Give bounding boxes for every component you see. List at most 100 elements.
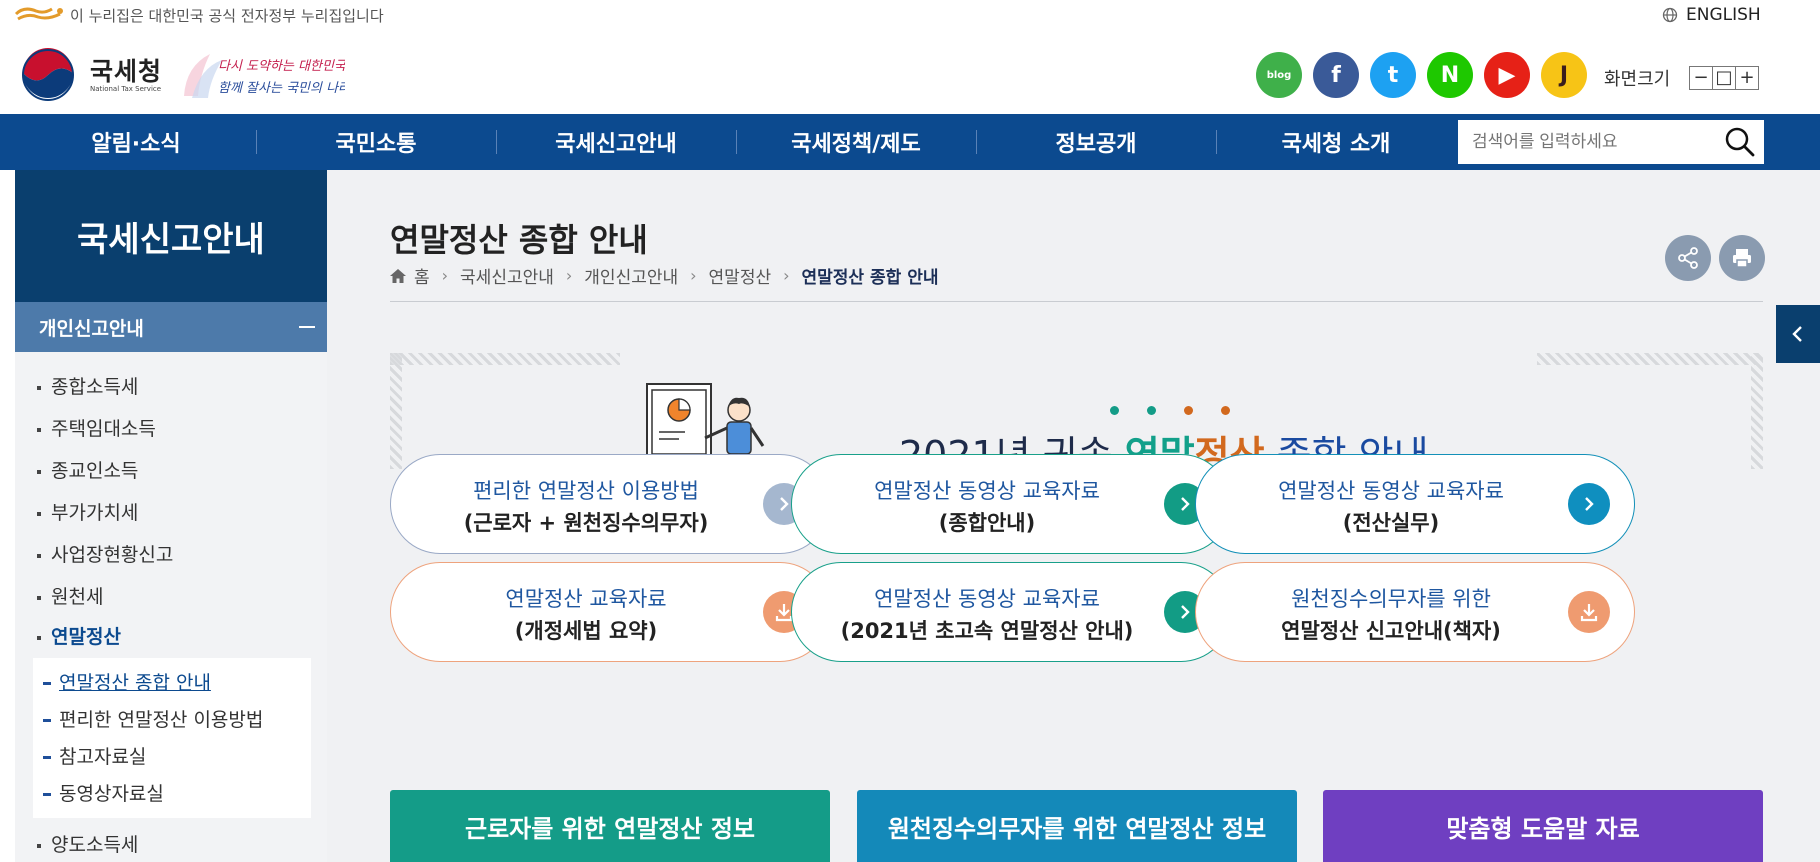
dash-icon xyxy=(43,793,51,796)
nav-tax-policy[interactable]: 국세정책/제도 xyxy=(758,114,954,170)
nav-tax-filing[interactable]: 국세신고안내 xyxy=(518,114,714,170)
guide-card-subtitle: (2021년 초고속 연말정산 안내) xyxy=(840,619,1134,643)
guide-card[interactable]: 연말정산 동영상 교육자료 (전산실무) xyxy=(1195,454,1635,554)
bullet-icon xyxy=(37,635,41,640)
nts-emblem-logo[interactable] xyxy=(20,47,76,103)
search-box xyxy=(1458,120,1764,164)
naver-post-icon[interactable]: N xyxy=(1427,52,1473,98)
nav-divider xyxy=(496,130,497,154)
breadcrumb-item[interactable]: 연말정산 xyxy=(709,263,772,288)
twitter-icon-label: t xyxy=(1387,62,1399,88)
guide-card-title: 연말정산 교육자료 xyxy=(505,587,667,611)
banner-hatch xyxy=(390,353,402,469)
download-icon xyxy=(1568,591,1610,633)
guide-card-title: 연말정산 동영상 교육자료 xyxy=(1278,479,1504,503)
bullet-icon xyxy=(37,511,41,516)
guide-card-subtitle: (전산실무) xyxy=(1342,511,1440,535)
sidebar-item-year-end[interactable]: 연말정산 xyxy=(37,622,121,649)
bullet-icon xyxy=(37,553,41,558)
twitter-icon[interactable]: t xyxy=(1370,52,1416,98)
withholding-agent-info-button[interactable]: 원천징수의무자를 위한 연말정산 정보 xyxy=(857,790,1297,862)
guide-card[interactable]: 편리한 연말정산 이용방법 (근로자 + 원천징수의무자) xyxy=(390,454,830,554)
nav-notice[interactable]: 알림·소식 xyxy=(38,114,234,170)
sidebar-submenu: 연말정산 종합 안내 편리한 연말정산 이용방법 참고자료실 동영상자료실 xyxy=(33,658,311,818)
english-label: ENGLISH xyxy=(1686,5,1761,25)
search-icon[interactable] xyxy=(1724,126,1756,158)
dash-icon xyxy=(43,756,51,759)
sidebar-item-capital-gains[interactable]: 양도소득세 xyxy=(37,830,138,857)
nav-divider xyxy=(976,130,977,154)
youtube-icon[interactable]: ▶ xyxy=(1484,52,1530,98)
share-button[interactable] xyxy=(1665,235,1711,281)
sidebar-item-business-report[interactable]: 사업장현황신고 xyxy=(37,540,173,567)
guide-card[interactable]: 원천징수의무자를 위한연말정산 신고안내(책자) xyxy=(1195,562,1635,662)
collapse-minus-icon xyxy=(299,326,315,328)
zoom-controls: − □ + xyxy=(1689,66,1759,90)
guide-card-subtitle: (개정세법 요약) xyxy=(514,619,658,643)
bullet-icon xyxy=(37,843,41,848)
nav-about[interactable]: 국세청 소개 xyxy=(1238,114,1434,170)
egov-logo-icon xyxy=(14,7,63,21)
zoom-reset-button[interactable]: □ xyxy=(1712,66,1736,90)
site-header: 국세청 National Tax Service 다시 도약하는 대한민국 함께… xyxy=(0,30,1820,114)
facebook-icon-label: f xyxy=(1331,62,1341,88)
gov-banner-strip: 이 누리집은 대한민국 공식 전자정부 누리집입니다 ENGLISH xyxy=(0,0,1820,30)
banner-hatch xyxy=(1751,353,1763,469)
submenu-item-references[interactable]: 참고자료실 xyxy=(43,742,146,769)
kakao-icon-label: J xyxy=(1559,62,1569,88)
breadcrumb-separator-icon: › xyxy=(565,266,573,285)
dot-icon xyxy=(1184,406,1193,415)
nav-communication[interactable]: 국민소통 xyxy=(278,114,474,170)
banner-hatch xyxy=(1537,353,1763,365)
english-link[interactable]: ENGLISH xyxy=(1662,5,1761,25)
zoom-out-button[interactable]: − xyxy=(1689,66,1713,90)
sidebar-item-housing-rental[interactable]: 주택임대소득 xyxy=(37,414,156,441)
sidebar-item-withholding[interactable]: 원천세 xyxy=(37,582,103,609)
breadcrumb-home[interactable]: 홈 xyxy=(414,263,430,288)
nav-divider xyxy=(256,130,257,154)
guide-card[interactable]: 연말정산 교육자료 (개정세법 요약) xyxy=(390,562,830,662)
search-input[interactable] xyxy=(1458,120,1718,164)
quick-menu-toggle[interactable] xyxy=(1776,305,1820,363)
custom-help-button[interactable]: 맞춤형 도움말 자료 xyxy=(1323,790,1763,862)
banner-hatch xyxy=(390,353,620,365)
svg-text:함께 잘사는 국민의 나라: 함께 잘사는 국민의 나라 xyxy=(218,81,345,96)
breadcrumb-separator-icon: › xyxy=(441,266,449,285)
chevron-right-icon xyxy=(1568,483,1610,525)
guide-card-subtitle: 연말정산 신고안내(책자) xyxy=(1281,619,1501,643)
sidebar-item-global-income[interactable]: 종합소득세 xyxy=(37,372,138,399)
title-divider xyxy=(390,301,1763,302)
nav-disclosure[interactable]: 정보공개 xyxy=(998,114,1194,170)
page-title: 연말정산 종합 안내 xyxy=(390,221,648,259)
breadcrumb-separator-icon: › xyxy=(783,266,790,285)
facebook-icon[interactable]: f xyxy=(1313,52,1359,98)
zoom-in-button[interactable]: + xyxy=(1735,66,1759,90)
social-links: blog f t N ▶ J xyxy=(1256,52,1587,98)
guide-card[interactable]: 연말정산 동영상 교육자료 (종합안내) xyxy=(791,454,1231,554)
kakao-icon[interactable]: J xyxy=(1541,52,1587,98)
bullet-icon xyxy=(37,469,41,474)
dash-icon xyxy=(43,719,51,722)
main-navigation: 알림·소식 국민소통 국세신고안내 국세정책/제도 정보공개 국세청 소개 xyxy=(0,114,1820,170)
submenu-item-videos[interactable]: 동영상자료실 xyxy=(43,779,164,806)
breadcrumb-item[interactable]: 개인신고안내 xyxy=(584,263,678,288)
banner-decoration-dots xyxy=(1110,406,1230,415)
guide-card-title: 원천징수의무자를 위한 xyxy=(1291,587,1491,611)
guide-card[interactable]: 연말정산 동영상 교육자료 (2021년 초고속 연말정산 안내) xyxy=(791,562,1231,662)
worker-info-button[interactable]: 근로자를 위한 연말정산 정보 xyxy=(390,790,830,862)
guide-card-title: 연말정산 동영상 교육자료 xyxy=(874,587,1100,611)
breadcrumb-item[interactable]: 국세신고안내 xyxy=(460,263,554,288)
sidebar-section-personal[interactable]: 개인신고안내 xyxy=(15,302,327,352)
sidebar-item-religious-income[interactable]: 종교인소득 xyxy=(37,456,138,483)
nav-divider xyxy=(736,130,737,154)
sidebar-title: 국세신고안내 xyxy=(15,170,327,302)
submenu-item-overview[interactable]: 연말정산 종합 안내 xyxy=(43,668,211,695)
blog-icon[interactable]: blog xyxy=(1256,52,1302,98)
breadcrumb-current: 연말정산 종합 안내 xyxy=(801,268,939,288)
sidebar-item-label: 양도소득세 xyxy=(51,834,139,856)
sidebar-item-vat[interactable]: 부가가치세 xyxy=(37,498,138,525)
sidebar-item-label: 종합소득세 xyxy=(51,376,139,398)
sidebar-item-label: 주택임대소득 xyxy=(51,418,156,440)
submenu-item-howto[interactable]: 편리한 연말정산 이용방법 xyxy=(43,705,263,732)
print-button[interactable] xyxy=(1719,235,1765,281)
